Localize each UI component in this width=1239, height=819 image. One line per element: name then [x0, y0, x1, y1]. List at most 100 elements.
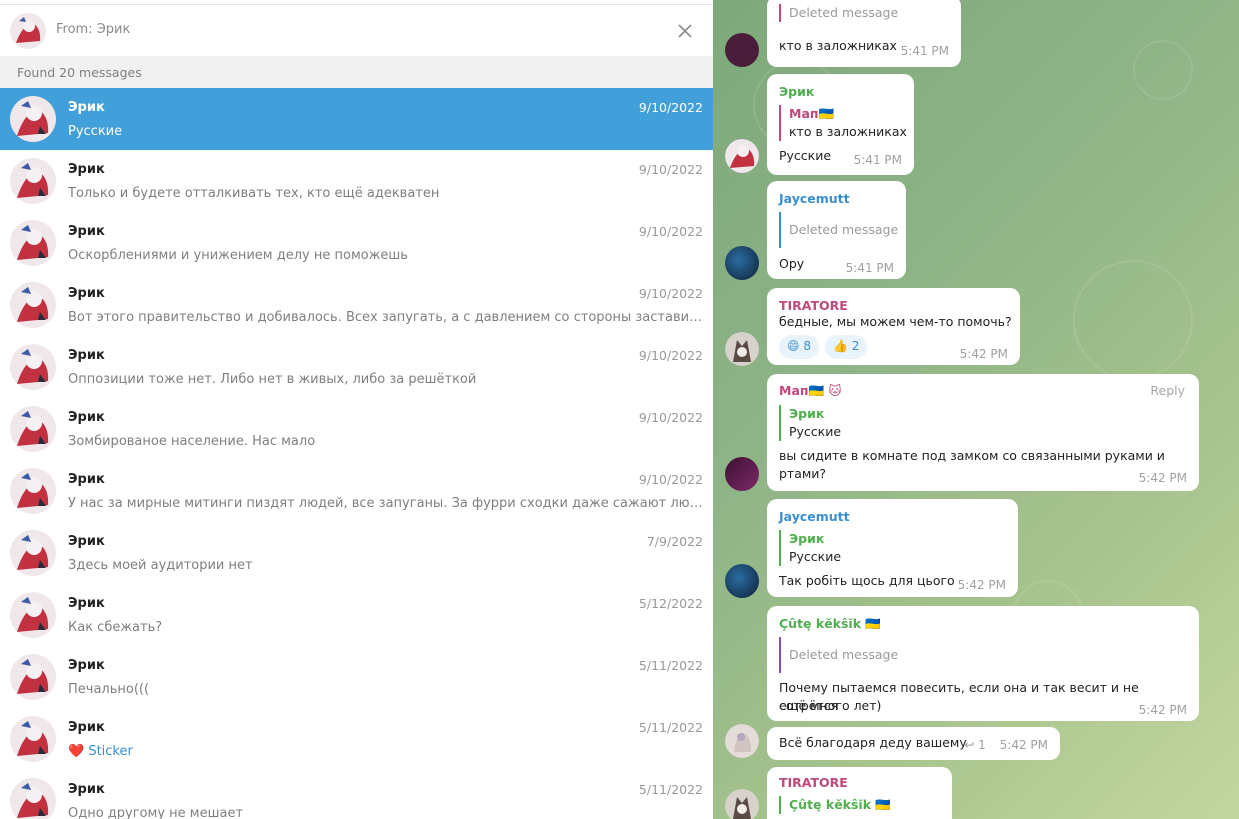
result-preview: Оскорблениями и унижением делу не поможе… — [68, 248, 703, 263]
quote-sender: Çûtę kĕkŝĭk 🇺🇦 — [789, 797, 891, 812]
result-date: 9/10/2022 — [638, 472, 703, 487]
message-bubble[interactable]: TIRATORE бедные, мы можем чем-то помочь?… — [767, 288, 1020, 365]
message-bubble[interactable]: Мап🇺🇦 🐱 Reply Эрик Русские вы сидите в к… — [767, 374, 1199, 491]
search-result-item[interactable]: Эрик 9/10/2022 У нас за мирные митинги пиз… — [0, 460, 713, 522]
result-sender: Эрик — [68, 472, 105, 487]
message-bubble[interactable]: Deleted message кто в заложниках 5:41 PM — [767, 0, 961, 67]
message-time: 5:42 PM — [1138, 471, 1187, 485]
quote-text: Deleted message — [789, 5, 899, 20]
message-bubble[interactable]: Çûtę kĕkŝĭk 🇺🇦 Deleted message Почему пы… — [767, 606, 1199, 721]
result-sender: Эрик — [68, 224, 105, 239]
avatar[interactable] — [725, 332, 759, 366]
reaction-emoji: 👍 — [833, 339, 848, 353]
message-text: Русские — [779, 148, 832, 163]
avatar[interactable] — [725, 33, 759, 67]
result-date: 9/10/2022 — [638, 100, 703, 115]
message-bubble[interactable]: Эрик Мап🇺🇦 кто в заложниках Русские 5:41… — [767, 74, 914, 175]
message-text: Всё благодаря деду вашему — [779, 735, 967, 750]
message-bubble[interactable]: Всё благодаря деду вашему ↩ 1 5:42 PM — [767, 727, 1060, 760]
quote-text: Deleted message — [789, 647, 899, 662]
reaction-thumbs-up[interactable]: 👍 2 — [825, 335, 868, 359]
result-preview: Оппозиции тоже нет. Либо нет в живых, ли… — [68, 372, 703, 387]
close-icon[interactable] — [673, 19, 697, 43]
sender-name[interactable]: TIRATORE — [779, 775, 848, 790]
reply-count: 1 — [978, 738, 986, 752]
reply-arrow-icon: ↩ — [964, 738, 975, 752]
message-text: ещё много лет) — [779, 698, 882, 713]
reply-quote[interactable]: Deleted message — [779, 637, 898, 673]
search-result-item[interactable]: Эрик 9/10/2022 Вот этого правительство и д… — [0, 274, 713, 336]
search-result-item[interactable]: Эрик 5/11/2022 Одно другому не мешает — [0, 770, 713, 819]
quote-sender: Мап🇺🇦 — [789, 106, 835, 121]
search-result-item[interactable]: Эрик 9/10/2022 Оппозиции тоже нет. Либо не… — [0, 336, 713, 398]
message-time: 5:42 PM — [999, 738, 1048, 752]
result-sender: Эрик — [68, 286, 105, 301]
search-result-item[interactable]: Эрик 9/10/2022 Русские — [0, 88, 713, 150]
reply-quote[interactable]: Эрик Русские — [779, 405, 841, 441]
reaction-laugh[interactable]: 😄 8 — [779, 335, 819, 359]
search-result-item[interactable]: Эрик 5/11/2022 ❤️ Sticker — [0, 708, 713, 770]
avatar[interactable] — [725, 564, 759, 598]
result-preview: Здесь моей аудитории нет — [68, 558, 703, 573]
preview-text: Русские — [68, 124, 123, 139]
sender-name[interactable]: Jaycemutt — [779, 191, 850, 206]
message-text: вы сидите в комнате под замком со связан… — [779, 448, 1165, 463]
search-panel: From: Эрик Found 20 messages Эрик 9/10/20… — [0, 0, 713, 819]
sender-name[interactable]: Jaycemutt — [779, 509, 850, 524]
message-time: 5:42 PM — [959, 347, 1008, 361]
avatar[interactable] — [725, 724, 759, 758]
from-filter-bar: From: Эрик — [0, 4, 713, 56]
avatar[interactable] — [725, 789, 759, 819]
message-bubble[interactable]: Jaycemutt Deleted message Ору 5:41 PM — [767, 181, 906, 279]
message-meta[interactable]: ↩ 1 5:42 PM — [964, 738, 1048, 752]
result-date: 7/9/2022 — [646, 534, 703, 549]
search-result-item[interactable]: Эрик 9/10/2022 Зомбированое население. Нас… — [0, 398, 713, 460]
sticker-badge-icon: 🐱 — [828, 383, 842, 398]
reply-quote[interactable]: Deleted message — [779, 4, 898, 22]
user-avatar — [10, 158, 56, 204]
preview-text: Печально((( — [68, 682, 150, 697]
search-result-item[interactable]: Эрик 5/12/2022 Как сбежать? — [0, 584, 713, 646]
result-preview: Одно другому не мешает — [68, 806, 703, 819]
message-bubble[interactable]: Jaycemutt Эрик Русские Так робіть щось д… — [767, 499, 1018, 597]
user-avatar — [10, 220, 56, 266]
reply-quote[interactable]: Эрик Русские — [779, 530, 841, 566]
sender-name[interactable]: Мап🇺🇦 🐱 — [779, 383, 841, 399]
reply-quote[interactable]: Çûtę kĕkŝĭk 🇺🇦 — [779, 796, 891, 814]
sender-name-text: Мап🇺🇦 — [779, 383, 825, 398]
result-preview: ❤️ Sticker — [68, 744, 703, 759]
result-date: 9/10/2022 — [638, 348, 703, 363]
search-result-item[interactable]: Эрик 5/11/2022 Печально((( — [0, 646, 713, 708]
result-date: 9/10/2022 — [638, 286, 703, 301]
sender-name[interactable]: Çûtę kĕkŝĭk 🇺🇦 — [779, 616, 881, 632]
result-sender: Эрик — [68, 658, 105, 673]
message-time: 5:41 PM — [845, 261, 894, 275]
search-result-item[interactable]: Эрик 9/10/2022 Оскорблениями и унижением д… — [0, 212, 713, 274]
reaction-count: 2 — [851, 339, 860, 353]
quote-sender: Эрик — [789, 531, 825, 546]
preview-text: Только и будете отталкивать тех, кто ещё… — [68, 186, 440, 201]
result-preview: Вот этого правительство и добивалось. Вс… — [68, 310, 703, 325]
preview-text: Как сбежать? — [68, 620, 163, 635]
result-sender: Эрик — [68, 100, 105, 115]
reply-quote[interactable]: Мап🇺🇦 кто в заложниках — [779, 105, 907, 141]
avatar[interactable] — [725, 246, 759, 280]
quote-text: кто в заложниках — [789, 124, 907, 139]
search-result-item[interactable]: Эрик 7/9/2022 Здесь моей аудитории нет — [0, 522, 713, 584]
reply-button[interactable]: Reply — [1150, 383, 1185, 398]
sender-name[interactable]: TIRATORE — [779, 298, 848, 313]
result-sender: Эрик — [68, 720, 105, 735]
avatar[interactable] — [725, 139, 759, 173]
result-preview: Только и будете отталкивать тех, кто ещё… — [68, 186, 703, 201]
result-preview: Как сбежать? — [68, 620, 703, 635]
user-avatar — [10, 344, 56, 390]
sender-name[interactable]: Эрик — [779, 84, 814, 99]
result-date: 5/11/2022 — [638, 720, 703, 735]
reply-quote[interactable]: Deleted message — [779, 212, 898, 248]
result-date: 5/12/2022 — [638, 596, 703, 611]
avatar[interactable] — [725, 457, 759, 491]
result-date: 9/10/2022 — [638, 224, 703, 239]
search-result-item[interactable]: Эрик 9/10/2022 Только и будете отталкивать… — [0, 150, 713, 212]
message-bubble[interactable]: TIRATORE Çûtę kĕkŝĭk 🇺🇦 — [767, 767, 952, 819]
result-date: 9/10/2022 — [638, 410, 703, 425]
